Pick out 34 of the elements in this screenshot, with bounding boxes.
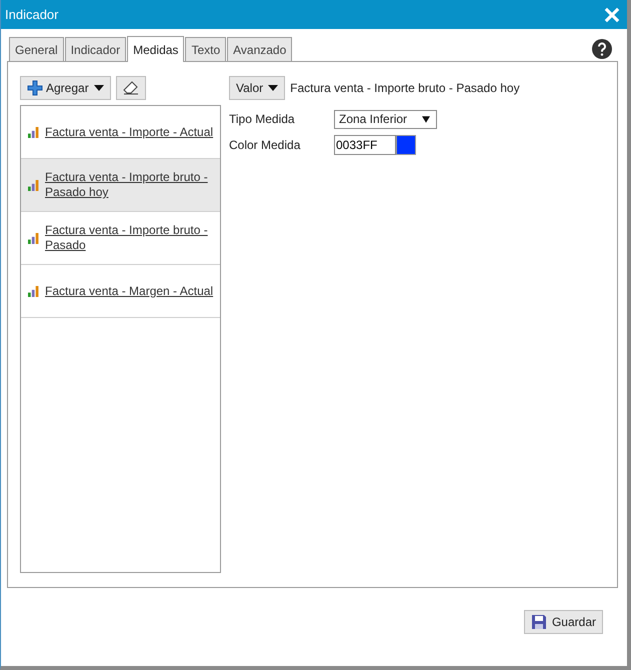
caret-icon [422, 116, 430, 122]
caret-icon [268, 85, 278, 91]
type-dropdown[interactable]: Zona Inferior [334, 110, 437, 128]
field-label: Tipo Medida [229, 112, 296, 126]
measure-item[interactable]: Factura venta - Margen - Actual [21, 265, 220, 318]
measure-link[interactable]: Factura venta - Importe bruto - Pasado [45, 223, 216, 253]
value-button[interactable]: Valor [229, 76, 286, 100]
help-icon[interactable] [592, 38, 612, 58]
tab[interactable]: Indicador [64, 37, 126, 61]
window-title: Indicador [5, 7, 60, 22]
color-swatch[interactable] [396, 135, 416, 155]
bar-chart-icon [28, 126, 39, 138]
tab[interactable]: General [9, 37, 64, 61]
color-input[interactable]: 0033FF [334, 135, 396, 155]
measure-name: Factura venta - Importe bruto - Pasado hoy [290, 81, 520, 95]
close-icon[interactable] [604, 6, 620, 22]
eraser-icon [122, 81, 139, 95]
bar-chart-icon [28, 286, 39, 296]
tab[interactable]: Avanzado [227, 37, 292, 61]
save-button[interactable]: Guardar [524, 610, 603, 634]
field-label: Color Medida [229, 138, 302, 152]
bar-chart-icon [28, 232, 39, 244]
eraser-button[interactable] [116, 76, 146, 100]
measure-link[interactable]: Factura venta - Importe - Actual [45, 124, 214, 140]
caret-icon [94, 85, 104, 91]
bar-chart-icon [28, 180, 39, 190]
measure-link[interactable]: Factura venta - Importe bruto - Pasado hoy [45, 170, 216, 200]
measure-item[interactable]: Factura venta - Importe bruto - Pasado [21, 212, 220, 265]
measure-item[interactable]: Factura venta - Importe bruto - Pasado hoy [21, 159, 220, 212]
plus-icon [27, 80, 43, 96]
measure-link[interactable]: Factura venta - Margen - Actual [45, 284, 214, 298]
tab[interactable]: Texto [185, 37, 226, 61]
add-button[interactable]: Agregar [20, 76, 111, 100]
tab[interactable]: Medidas [127, 36, 184, 62]
